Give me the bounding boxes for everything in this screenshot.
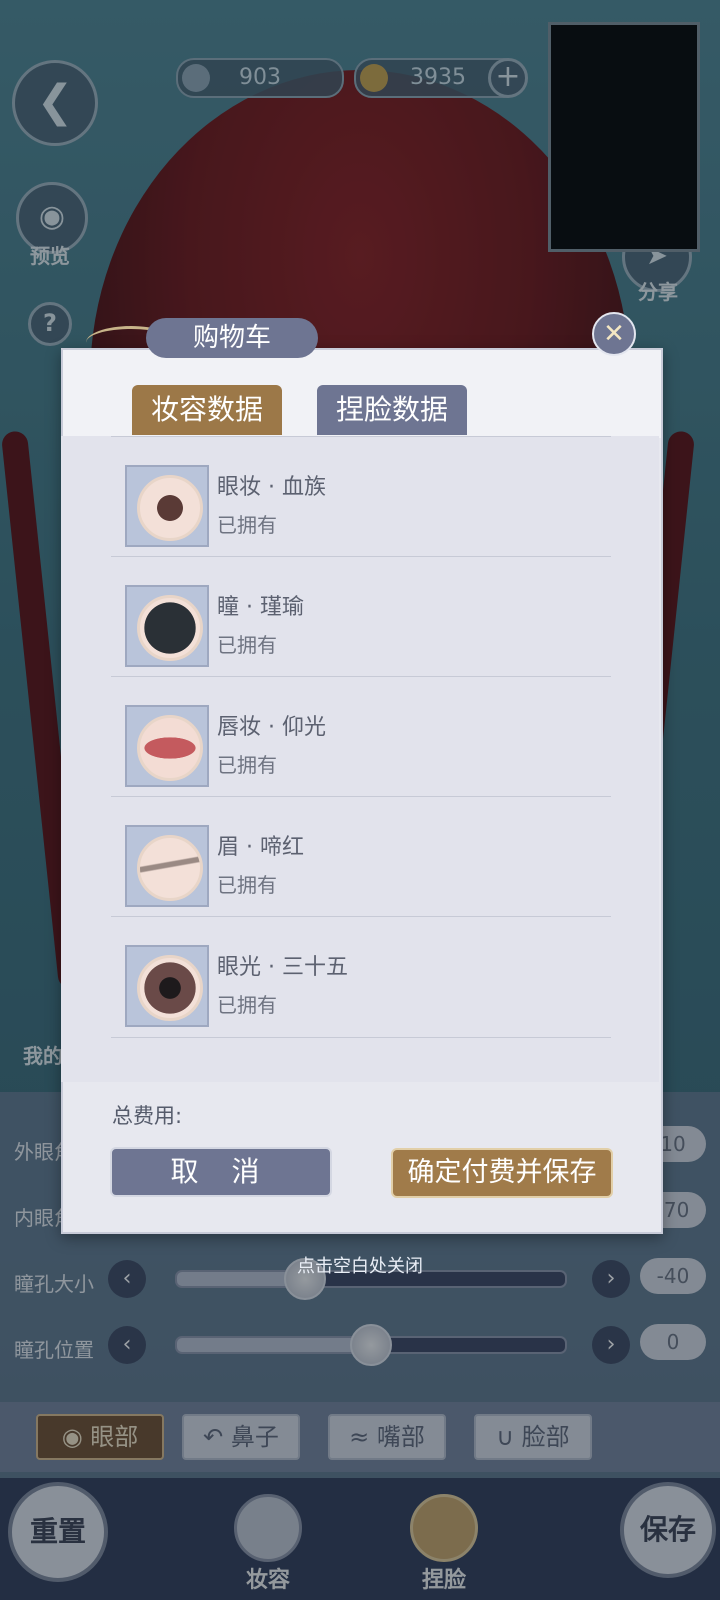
confirm-pay-save-button[interactable]: 确定付费并保存 bbox=[391, 1148, 613, 1198]
item-status: 已拥有 bbox=[217, 633, 277, 657]
item-status: 已拥有 bbox=[217, 753, 277, 777]
item-thumbnail bbox=[125, 705, 209, 787]
item-status: 已拥有 bbox=[217, 993, 277, 1017]
list-item[interactable]: 眼光 · 三十五 已拥有 bbox=[111, 916, 611, 1038]
item-status: 已拥有 bbox=[217, 873, 277, 897]
list-item[interactable]: 眉 · 啼红 已拥有 bbox=[111, 796, 611, 917]
cancel-button[interactable]: 取 消 bbox=[110, 1147, 332, 1197]
total-cost-label: 总费用: bbox=[112, 1104, 183, 1128]
modal-title: 购物车 bbox=[146, 318, 318, 358]
eye-light-icon bbox=[137, 955, 203, 1021]
close-icon: ✕ bbox=[603, 319, 625, 349]
eye-makeup-icon bbox=[137, 475, 203, 541]
close-button[interactable]: ✕ bbox=[592, 312, 636, 356]
list-item[interactable]: 眼妆 · 血族 已拥有 bbox=[111, 436, 611, 557]
tab-makeup-data[interactable]: 妆容数据 bbox=[132, 385, 282, 435]
item-name: 瞳 · 瑾瑜 bbox=[217, 595, 304, 620]
list-item[interactable]: 唇妆 · 仰光 已拥有 bbox=[111, 676, 611, 797]
item-thumbnail bbox=[125, 465, 209, 547]
list-item[interactable]: 瞳 · 瑾瑜 已拥有 bbox=[111, 556, 611, 677]
cart-item-list[interactable]: 眼妆 · 血族 已拥有 瞳 · 瑾瑜 已拥有 唇妆 · 仰光 已拥有 眉 · 啼… bbox=[61, 436, 659, 1082]
item-thumbnail bbox=[125, 585, 209, 667]
pupil-icon bbox=[137, 595, 203, 661]
item-name: 唇妆 · 仰光 bbox=[217, 715, 326, 740]
item-thumbnail bbox=[125, 825, 209, 907]
item-status: 已拥有 bbox=[217, 513, 277, 537]
eyebrow-icon bbox=[137, 835, 203, 901]
tab-face-data[interactable]: 捏脸数据 bbox=[317, 385, 467, 435]
close-hint: 点击空白处关闭 bbox=[297, 1256, 423, 1277]
item-name: 眼光 · 三十五 bbox=[217, 955, 348, 980]
lip-makeup-icon bbox=[137, 715, 203, 781]
item-name: 眼妆 · 血族 bbox=[217, 475, 326, 500]
item-thumbnail bbox=[125, 945, 209, 1027]
item-name: 眉 · 啼红 bbox=[217, 835, 304, 860]
